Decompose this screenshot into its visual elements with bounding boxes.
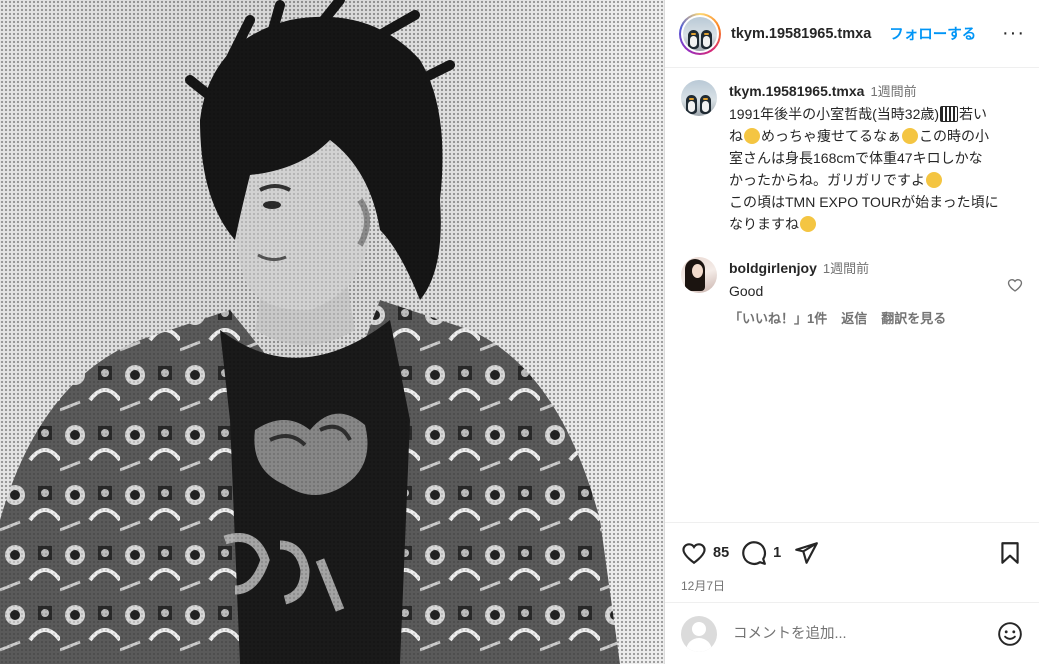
comment-likes-link[interactable]: 「いいね！」1件 <box>729 311 827 326</box>
caption-body: tkym.19581965.tmxa 1週間前 1991年後半の小室哲哉(当時32… <box>729 80 1019 235</box>
penguin-icon <box>688 29 699 49</box>
caption-avatar[interactable] <box>681 80 717 116</box>
penguin-icon <box>686 95 697 114</box>
share-icon[interactable] <box>793 540 819 566</box>
comment-text: Good <box>729 283 764 299</box>
caption-line: 1991年後半の小室哲哉(当時32歳) <box>729 106 940 122</box>
caption-line: 若い <box>959 106 988 122</box>
post-date[interactable]: 12月7日 <box>681 577 1023 594</box>
smiley-icon[interactable] <box>997 621 1023 647</box>
comment-icon[interactable] <box>741 540 767 566</box>
post-photo[interactable] <box>0 0 664 664</box>
current-user-avatar <box>681 615 717 652</box>
add-comment-input[interactable] <box>731 624 997 643</box>
comment-time[interactable]: 1週間前 <box>823 261 869 276</box>
bookmark-icon[interactable] <box>997 540 1023 566</box>
reply-button[interactable]: 返信 <box>841 311 867 326</box>
comment-count[interactable]: 1 <box>773 545 781 561</box>
comment-username[interactable]: boldgirlenjoy <box>729 260 817 276</box>
heart-icon[interactable] <box>681 540 707 566</box>
comment-heart-icon[interactable] <box>1007 277 1023 293</box>
add-comment-bar <box>665 602 1039 664</box>
follow-button[interactable]: フォローする <box>889 23 976 44</box>
penguin-icon <box>701 29 712 49</box>
commenter-avatar[interactable] <box>681 257 717 293</box>
grinning-emoji-icon <box>744 128 760 144</box>
penguin-icon <box>700 95 711 114</box>
like-count[interactable]: 85 <box>713 545 729 561</box>
translate-button[interactable]: 翻訳を見る <box>881 311 946 326</box>
caption-line: なりますね <box>729 216 799 232</box>
photo-illustration <box>0 0 664 664</box>
keyboard-emoji-icon <box>940 106 959 122</box>
penguin-avatar-image <box>683 16 717 51</box>
comment-item: boldgirlenjoy 1週間前 Good 「いいね！」1件 返信 翻訳を見る <box>681 257 1023 330</box>
sweat-smile-emoji-icon <box>926 172 942 188</box>
caption: tkym.19581965.tmxa 1週間前 1991年後半の小室哲哉(当時32… <box>681 80 1023 235</box>
comment-body: boldgirlenjoy 1週間前 Good 「いいね！」1件 返信 翻訳を見る <box>729 257 1007 330</box>
author-username[interactable]: tkym.19581965.tmxa <box>731 26 871 42</box>
caption-line: めっちゃ痩せてるなぁ <box>761 128 901 144</box>
action-icons: 85 1 <box>681 533 1023 573</box>
astonished-emoji-icon <box>902 128 918 144</box>
caption-line: この時の小 <box>919 128 989 144</box>
caption-username[interactable]: tkym.19581965.tmxa <box>729 83 864 99</box>
action-bar: 85 1 12月7日 <box>665 522 1039 602</box>
caption-line: 室さんは身長168cmで体重47キロしかな <box>729 150 983 166</box>
more-options-icon[interactable]: ··· <box>1002 22 1025 45</box>
comment-meta: 「いいね！」1件 返信 翻訳を見る <box>729 308 1007 330</box>
caption-time[interactable]: 1週間前 <box>870 84 916 99</box>
caption-line: この頃はTMN EXPO TOURが始まった頃に <box>729 194 999 210</box>
comments-section: tkym.19581965.tmxa 1週間前 1991年後半の小室哲哉(当時32… <box>665 68 1039 522</box>
relieved-emoji-icon <box>800 216 816 232</box>
avatar-ring-inner <box>681 14 719 53</box>
caption-line: ね <box>729 128 743 144</box>
post-header: tkym.19581965.tmxa フォローする ··· <box>665 0 1039 68</box>
author-avatar[interactable] <box>679 12 721 55</box>
caption-line: かったからね。ガリガリですよ <box>729 172 925 188</box>
instagram-post: tkym.19581965.tmxa フォローする ··· tkym.19581… <box>0 0 1039 667</box>
post-sidebar: tkym.19581965.tmxa フォローする ··· tkym.19581… <box>664 0 1039 664</box>
